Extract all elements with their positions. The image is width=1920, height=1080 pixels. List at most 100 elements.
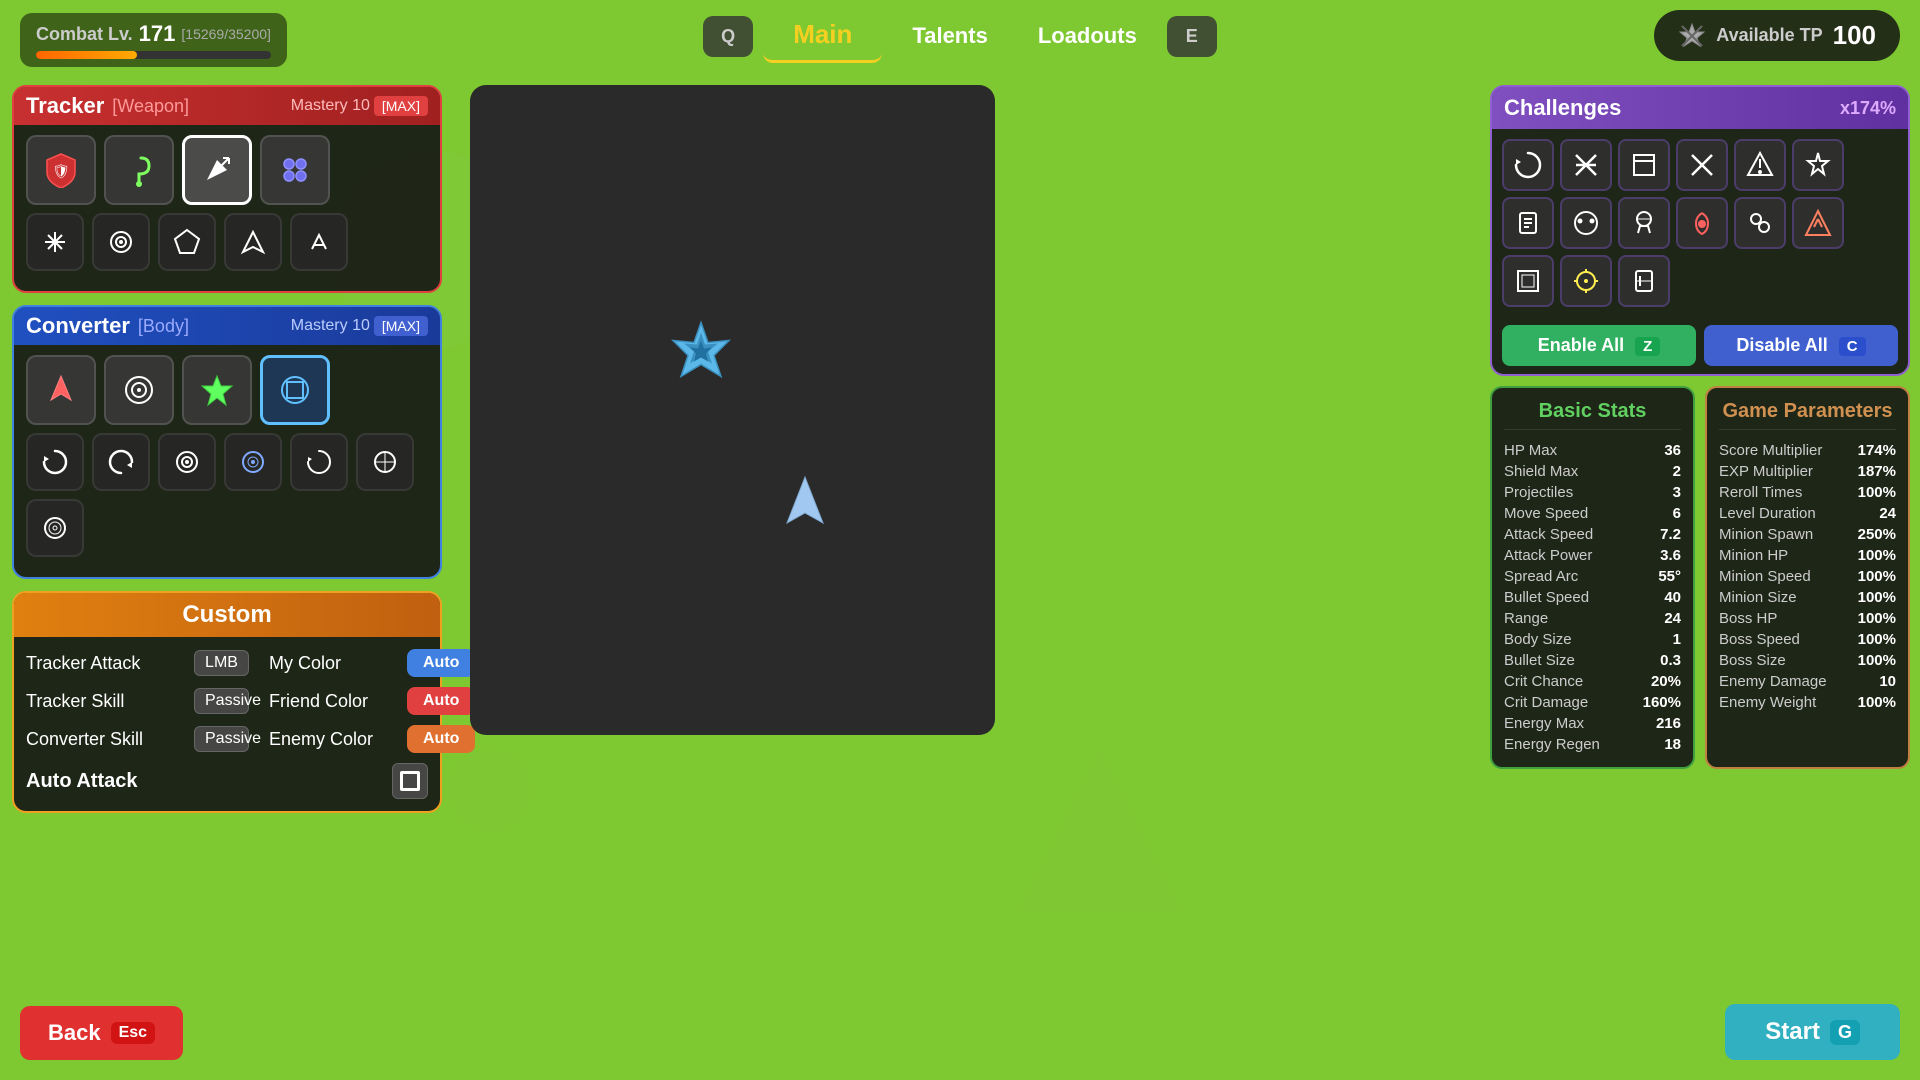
stat-value-hp-max: 36 [1664,442,1681,459]
stat-row-crit-damage: Crit Damage 160% [1504,692,1681,713]
stat-row-energy-max: Energy Max 216 [1504,713,1681,734]
enable-all-button[interactable]: Enable All Z [1502,325,1696,366]
tracker-skill-1[interactable] [26,213,84,271]
challenges-header: Challenges x174% [1492,87,1908,129]
q-key-button[interactable]: Q [703,16,753,57]
e-key-button[interactable]: E [1167,16,1217,57]
custom-panel: Custom Tracker Attack LMB My Color Auto … [12,591,442,813]
main-tab[interactable]: Main [763,9,882,63]
stat-value-bullet-speed: 40 [1664,589,1681,606]
my-color-label: My Color [269,653,399,674]
param-label-boss-hp: Boss HP [1719,610,1777,627]
challenge-icon-8[interactable] [1560,197,1612,249]
tracker-skill-2[interactable] [92,213,150,271]
converter-icon-row-2 [26,433,428,557]
param-value-score-mult: 174% [1858,442,1896,459]
challenge-icon-5[interactable] [1734,139,1786,191]
stat-row-energy-regen: Energy Regen 18 [1504,734,1681,755]
challenge-icon-14[interactable] [1560,255,1612,307]
game-params-header: Game Parameters [1719,400,1896,430]
param-value-boss-speed: 100% [1858,631,1896,648]
conv-skill-2[interactable] [92,433,150,491]
my-color-auto-btn[interactable]: Auto [407,649,475,677]
challenge-icon-6[interactable] [1792,139,1844,191]
challenge-icon-13[interactable] [1502,255,1554,307]
param-value-boss-hp: 100% [1858,610,1896,627]
param-label-minion-spawn: Minion Spawn [1719,526,1813,543]
conv-skill-3[interactable] [158,433,216,491]
auto-attack-toggle[interactable] [392,763,428,799]
param-row-minion-hp: Minion HP 100% [1719,545,1896,566]
tracker-icon-multishot[interactable] [260,135,330,205]
basic-stats-panel: Basic Stats HP Max 36 Shield Max 2 Proje… [1490,386,1695,769]
stat-value-body-size: 1 [1673,631,1681,648]
available-tp-value: 100 [1833,20,1876,51]
stat-row-move-speed: Move Speed 6 [1504,503,1681,524]
stat-row-bullet-size: Bullet Size 0.3 [1504,650,1681,671]
tracker-skill-3[interactable] [158,213,216,271]
stat-row-shield-max: Shield Max 2 [1504,461,1681,482]
param-label-boss-size: Boss Size [1719,652,1786,669]
challenge-icon-12[interactable] [1792,197,1844,249]
param-row-exp-mult: EXP Multiplier 187% [1719,461,1896,482]
converter-mastery: Mastery 10 [291,317,370,335]
tracker-skill-key: Passive [194,688,249,714]
challenge-icon-3[interactable] [1618,139,1670,191]
tracker-skill-5[interactable] [290,213,348,271]
challenge-icon-7[interactable] [1502,197,1554,249]
challenge-icon-9[interactable] [1618,197,1670,249]
loadouts-tab[interactable]: Loadouts [1018,13,1157,59]
converter-icon-star[interactable] [182,355,252,425]
converter-icon-target[interactable] [104,355,174,425]
enemy-color-auto-btn[interactable]: Auto [407,725,475,753]
basic-stats-rows: HP Max 36 Shield Max 2 Projectiles 3 Mov… [1504,440,1681,755]
tracker-icon-hook[interactable] [104,135,174,205]
challenge-icon-4[interactable] [1676,139,1728,191]
friend-color-label: Friend Color [269,691,399,712]
back-button[interactable]: Back Esc [20,1006,183,1060]
converter-subtitle: [Body] [138,316,189,337]
friend-color-auto-btn[interactable]: Auto [407,687,475,715]
enemy-color-label: Enemy Color [269,729,399,750]
param-row-boss-hp: Boss HP 100% [1719,608,1896,629]
param-row-minion-size: Minion Size 100% [1719,587,1896,608]
conv-skill-4[interactable] [224,433,282,491]
conv-skill-1[interactable] [26,433,84,491]
talents-tab[interactable]: Talents [892,13,1007,59]
param-value-minion-size: 100% [1858,589,1896,606]
stat-label-shield-max: Shield Max [1504,463,1578,480]
stat-label-attack-speed: Attack Speed [1504,526,1593,543]
param-row-level-duration: Level Duration 24 [1719,503,1896,524]
start-button[interactable]: Start G [1725,1004,1900,1060]
tracker-title: Tracker [26,93,104,119]
challenges-title: Challenges [1504,95,1621,121]
challenge-icon-15[interactable] [1618,255,1670,307]
challenge-icon-1[interactable] [1502,139,1554,191]
param-value-enemy-weight: 100% [1858,694,1896,711]
stat-label-spread-arc: Spread Arc [1504,568,1578,585]
tracker-icon-shield[interactable]: 🛡 [26,135,96,205]
stat-label-projectiles: Projectiles [1504,484,1573,501]
param-label-minion-speed: Minion Speed [1719,568,1811,585]
challenge-icon-10[interactable] [1676,197,1728,249]
converter-panel: Converter [Body] Mastery 10 [MAX] [12,305,442,579]
conv-skill-7[interactable] [26,499,84,557]
converter-icon-falcon[interactable] [26,355,96,425]
tracker-skill-4[interactable] [224,213,282,271]
param-label-level-duration: Level Duration [1719,505,1816,522]
stat-value-shield-max: 2 [1673,463,1681,480]
param-value-minion-hp: 100% [1858,547,1896,564]
conv-skill-5[interactable] [290,433,348,491]
stat-label-body-size: Body Size [1504,631,1572,648]
disable-all-button[interactable]: Disable All C [1704,325,1898,366]
tracker-mastery: Mastery 10 [291,97,370,115]
param-value-level-duration: 24 [1879,505,1896,522]
tracker-icon-arrow[interactable] [182,135,252,205]
stats-section: Basic Stats HP Max 36 Shield Max 2 Proje… [1490,386,1910,769]
challenge-icon-2[interactable] [1560,139,1612,191]
converter-icon-frame[interactable] [260,355,330,425]
challenge-icon-11[interactable] [1734,197,1786,249]
custom-panel-header: Custom [14,593,440,637]
start-label: Start [1765,1018,1820,1046]
conv-skill-6[interactable] [356,433,414,491]
